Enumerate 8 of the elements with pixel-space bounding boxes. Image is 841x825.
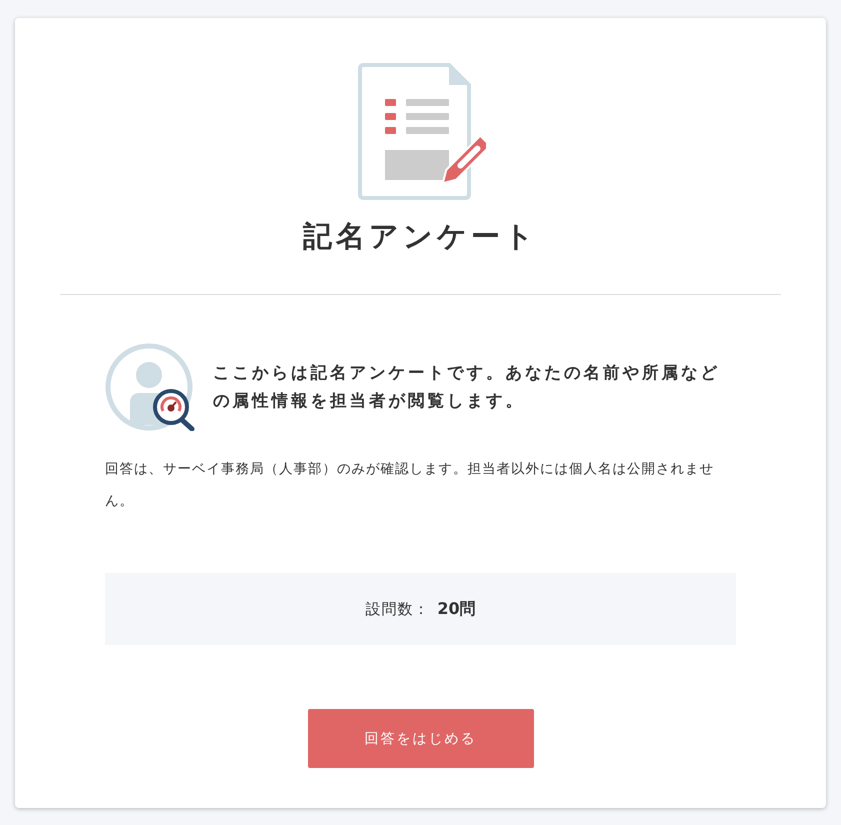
question-count-value: 20問 <box>437 598 476 620</box>
lead-text: ここからは記名アンケートです。あなたの名前や所属などの属性情報を担当者が閲覧します。 <box>213 362 721 412</box>
page-title: 記名アンケート <box>303 218 538 255</box>
person-magnifier-icon <box>105 343 197 431</box>
question-count-label: 設問数： <box>365 600 430 618</box>
form-pencil-icon <box>356 62 486 202</box>
start-button[interactable]: 回答をはじめる <box>308 709 534 768</box>
note-text: 回答は、サーベイ事務局（人事部）のみが確認します。担当者以外には個人名は公開されません。 <box>105 460 715 511</box>
